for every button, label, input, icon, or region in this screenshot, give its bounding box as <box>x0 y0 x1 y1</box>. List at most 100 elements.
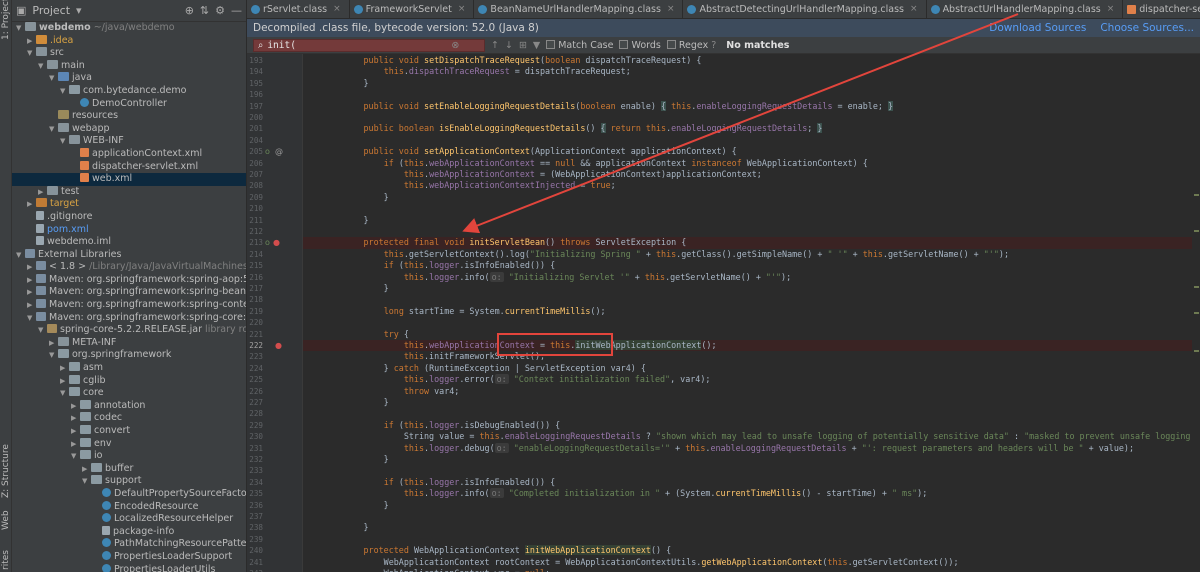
code-line[interactable]: this.dispatchTraceRequest = dispatchTrac… <box>303 66 1200 77</box>
match-case-option[interactable]: Match Case <box>546 39 613 51</box>
tree-item[interactable]: ▼ src <box>12 47 246 60</box>
project-view-selector[interactable]: Project <box>32 4 70 17</box>
override-icon[interactable]: o <box>265 237 270 248</box>
favorites-tool-tab[interactable]: rites <box>1 550 11 570</box>
code-line[interactable]: } <box>303 454 1200 465</box>
line-number[interactable]: 227 <box>247 397 263 408</box>
code-line[interactable]: this.logger.info(o: "Initializing Servle… <box>303 271 1200 283</box>
code-line[interactable]: } catch (RuntimeException | ServletExcep… <box>303 363 1200 374</box>
tree-item[interactable]: ▼ com.bytedance.demo <box>12 84 246 98</box>
code-line[interactable] <box>303 89 1200 100</box>
code-area[interactable]: public void setDispatchTraceRequest(bool… <box>303 54 1200 572</box>
tree-item[interactable]: PropertiesLoaderSupport <box>12 550 246 564</box>
code-line[interactable] <box>303 203 1200 214</box>
tree-item[interactable]: ▶ Maven: org.springframework:spring-beans… <box>12 286 246 299</box>
line-number[interactable]: 215 <box>247 260 263 271</box>
editor-scrollbar[interactable] <box>1192 54 1200 572</box>
line-number[interactable]: 207 <box>247 169 263 180</box>
editor-tab[interactable]: dispatcher-servlet.xml× <box>1123 0 1200 18</box>
chevron-down-icon[interactable]: ▼ <box>60 85 69 98</box>
code-line[interactable]: WebApplicationContext rootContext = WebA… <box>303 557 1200 568</box>
code-line[interactable]: } <box>303 192 1200 203</box>
code-line[interactable]: public boolean isEnableLoggingRequestDet… <box>303 123 1200 134</box>
editor-tab[interactable]: rServlet.class × <box>247 0 350 18</box>
line-number[interactable]: 217 <box>247 283 263 294</box>
line-number[interactable]: 212 <box>247 226 263 237</box>
match-case-checkbox[interactable] <box>546 39 556 49</box>
tree-item[interactable]: package-info <box>12 525 246 539</box>
tree-item[interactable]: ▼ org.springframework <box>12 349 246 362</box>
tree-item[interactable]: ▶ target <box>12 198 246 211</box>
chevron-right-icon[interactable]: ▶ <box>71 425 80 438</box>
line-number[interactable]: 218 <box>247 294 263 305</box>
line-number[interactable]: 205 <box>247 146 263 157</box>
tree-item[interactable]: ▼ main <box>12 59 246 73</box>
line-number[interactable]: 206 <box>247 158 263 169</box>
line-number[interactable]: 231 <box>247 443 263 454</box>
hide-icon[interactable]: — <box>231 4 242 17</box>
code-editor[interactable]: 193 194 195 196 197 200 201 204 205 o @206 207 208 20… <box>247 54 1200 572</box>
line-number[interactable]: 241 <box>247 557 263 568</box>
code-line[interactable] <box>303 465 1200 476</box>
tree-item[interactable]: web.xml <box>12 173 246 186</box>
line-number[interactable]: 235 <box>247 488 263 499</box>
code-line[interactable]: this.logger.info(o: "Completed initializ… <box>303 488 1200 499</box>
words-option[interactable]: Words <box>619 39 661 51</box>
structure-tool-tab[interactable]: Z: Structure <box>1 444 11 498</box>
tree-item[interactable]: ▼ External Libraries <box>12 248 246 262</box>
chevron-down-icon[interactable]: ▼ <box>27 47 36 60</box>
chevron-down-icon[interactable]: ▼ <box>16 249 25 262</box>
editor-tab[interactable]: AbstractDetectingUrlHandlerMapping.class… <box>683 0 927 18</box>
find-input[interactable] <box>267 39 448 51</box>
line-number[interactable]: 234 <box>247 477 263 488</box>
tree-item[interactable]: resources <box>12 110 246 123</box>
tree-item[interactable]: ▶ cglib <box>12 374 246 388</box>
editor-tab[interactable]: BeanNameUrlHandlerMapping.class × <box>474 0 684 18</box>
line-number[interactable]: 219 <box>247 306 263 317</box>
chevron-down-icon[interactable]: ▼ <box>16 22 25 35</box>
line-number[interactable]: 197 <box>247 101 263 112</box>
tree-item[interactable]: ▼ spring-core-5.2.2.RELEASE.jar library r… <box>12 324 246 337</box>
tree-item[interactable]: ▼ WEB-INF <box>12 135 246 148</box>
code-line[interactable]: this.webApplicationContext = this.initWe… <box>303 340 1200 352</box>
tree-item[interactable]: ▼ core <box>12 387 246 400</box>
line-number[interactable]: 201 <box>247 123 263 134</box>
code-line[interactable]: if (this.logger.isInfoEnabled()) { <box>303 477 1200 488</box>
chevron-right-icon[interactable]: ▶ <box>27 286 36 299</box>
tree-item[interactable]: PropertiesLoaderUtils <box>12 563 246 572</box>
line-number[interactable]: 242 <box>247 568 263 572</box>
chevron-right-icon[interactable]: ▶ <box>71 438 80 451</box>
code-line[interactable]: } <box>303 500 1200 511</box>
tree-item[interactable]: dispatcher-servlet.xml <box>12 160 246 174</box>
tree-item[interactable]: ▶ Maven: org.springframework:spring-aop:5… <box>12 273 246 287</box>
editor-gutter[interactable]: 193 194 195 196 197 200 201 204 205 o @206 207 208 20… <box>247 54 303 572</box>
close-icon[interactable]: × <box>910 0 918 18</box>
web-tool-tab[interactable]: Web <box>1 510 11 530</box>
tree-item[interactable]: DemoController <box>12 97 246 111</box>
code-line[interactable]: throw var4; <box>303 386 1200 397</box>
line-number[interactable]: 204 <box>247 135 263 146</box>
line-number[interactable]: 221 <box>247 329 263 340</box>
chevron-right-icon[interactable]: ▶ <box>49 337 58 350</box>
tree-item[interactable]: ▼ java <box>12 72 246 85</box>
chevron-down-icon[interactable]: ▼ <box>60 135 69 148</box>
choose-sources-link[interactable]: Choose Sources... <box>1100 22 1194 34</box>
chevron-right-icon[interactable]: ▶ <box>27 198 36 211</box>
chevron-right-icon[interactable]: ▶ <box>27 274 36 287</box>
chevron-down-icon[interactable]: ▾ <box>76 4 82 17</box>
chevron-right-icon[interactable]: ▶ <box>27 261 36 274</box>
chevron-down-icon[interactable]: ▼ <box>82 475 91 488</box>
code-line[interactable]: public void setEnableLoggingRequestDetai… <box>303 100 1200 112</box>
line-number[interactable]: 237 <box>247 511 263 522</box>
code-line[interactable]: if (this.logger.isDebugEnabled()) { <box>303 420 1200 431</box>
code-line[interactable]: public void setApplicationContext(Applic… <box>303 146 1200 157</box>
line-number[interactable]: 209 <box>247 192 263 203</box>
tree-item[interactable]: EncodedResource <box>12 500 246 514</box>
line-number[interactable]: 238 <box>247 522 263 533</box>
code-line[interactable] <box>303 226 1200 237</box>
code-line[interactable]: } <box>303 215 1200 226</box>
tree-item[interactable]: ▶ env <box>12 437 246 451</box>
editor-tab[interactable]: AbstractUrlHandlerMapping.class × <box>927 0 1124 18</box>
code-line[interactable]: } <box>303 522 1200 533</box>
chevron-right-icon[interactable]: ▶ <box>82 463 91 476</box>
